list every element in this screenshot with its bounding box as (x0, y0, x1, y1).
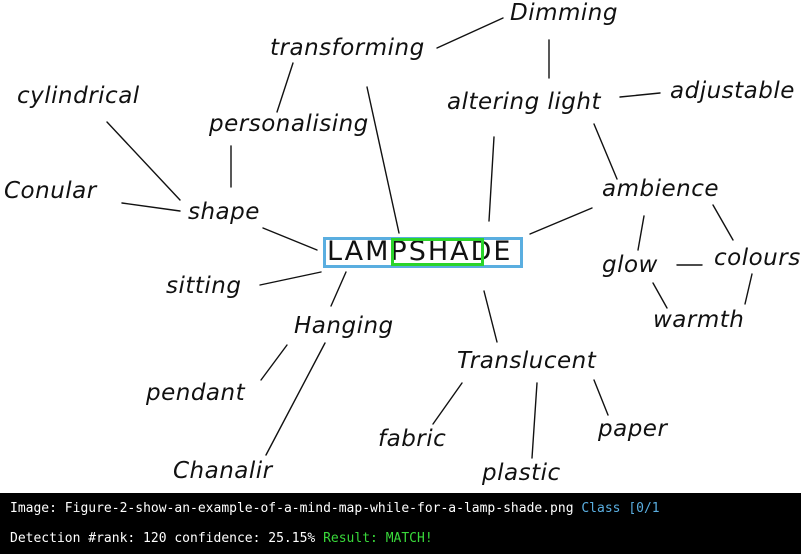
connector-line (593, 379, 609, 416)
word-plastic: plastic (482, 460, 561, 486)
mindmap-image: Dimming transforming cylindrical persona… (0, 0, 801, 493)
connector-line (712, 204, 734, 241)
status-line-detection: Detection #rank: 120 confidence: 25.15% … (10, 531, 433, 546)
connector-line (529, 207, 593, 235)
word-ambience: ambience (602, 176, 720, 202)
connector-line (265, 342, 326, 456)
word-conular: Conular (4, 178, 97, 204)
connector-line (330, 271, 347, 307)
connector-line (488, 136, 495, 222)
connector-line (436, 17, 504, 49)
connector-line (276, 62, 294, 113)
word-pendant: pendant (146, 380, 246, 406)
word-adjustable: adjustable (670, 78, 795, 104)
connector-line (106, 121, 181, 201)
word-dimming: Dimming (510, 0, 618, 26)
word-chanalir: Chanalir (173, 458, 273, 484)
word-hanging: Hanging (294, 313, 394, 339)
status-bar: Image: Figure-2-show-an-example-of-a-min… (0, 493, 801, 554)
word-fabric: fabric (378, 426, 447, 452)
word-altering-light: altering light (447, 89, 601, 115)
connector-line (432, 382, 463, 425)
connector-line (637, 215, 645, 251)
connector-line (744, 273, 753, 305)
word-sitting: sitting (166, 273, 242, 299)
connector-line (531, 382, 538, 459)
word-translucent: Translucent (457, 348, 597, 374)
word-cylindrical: cylindrical (17, 83, 140, 109)
detection-info: Detection #rank: 120 confidence: 25.15% (10, 531, 316, 546)
connector-line (593, 123, 618, 180)
connector-line (260, 344, 288, 381)
connector-line (259, 271, 322, 286)
word-glow: glow (602, 252, 658, 278)
word-colours: colours (714, 245, 801, 271)
connector-line (619, 92, 661, 98)
connector-line (366, 86, 400, 234)
word-warmth: warmth (653, 307, 745, 333)
word-personalising: personalising (209, 111, 369, 137)
image-label: Image: (10, 501, 65, 516)
result-match: Result: MATCH! (315, 531, 433, 546)
detection-box-match (391, 238, 484, 266)
word-shape: shape (188, 199, 260, 225)
image-filename: Figure-2-show-an-example-of-a-mind-map-w… (64, 501, 574, 516)
connector-line (121, 202, 181, 212)
connector-line (483, 290, 498, 343)
status-line-image: Image: Figure-2-show-an-example-of-a-min… (10, 501, 660, 516)
word-paper: paper (598, 416, 668, 442)
connector-line (652, 282, 668, 309)
connector-line (262, 227, 318, 251)
word-transforming: transforming (270, 35, 425, 61)
class-counter: Class [0/1 (573, 501, 660, 516)
